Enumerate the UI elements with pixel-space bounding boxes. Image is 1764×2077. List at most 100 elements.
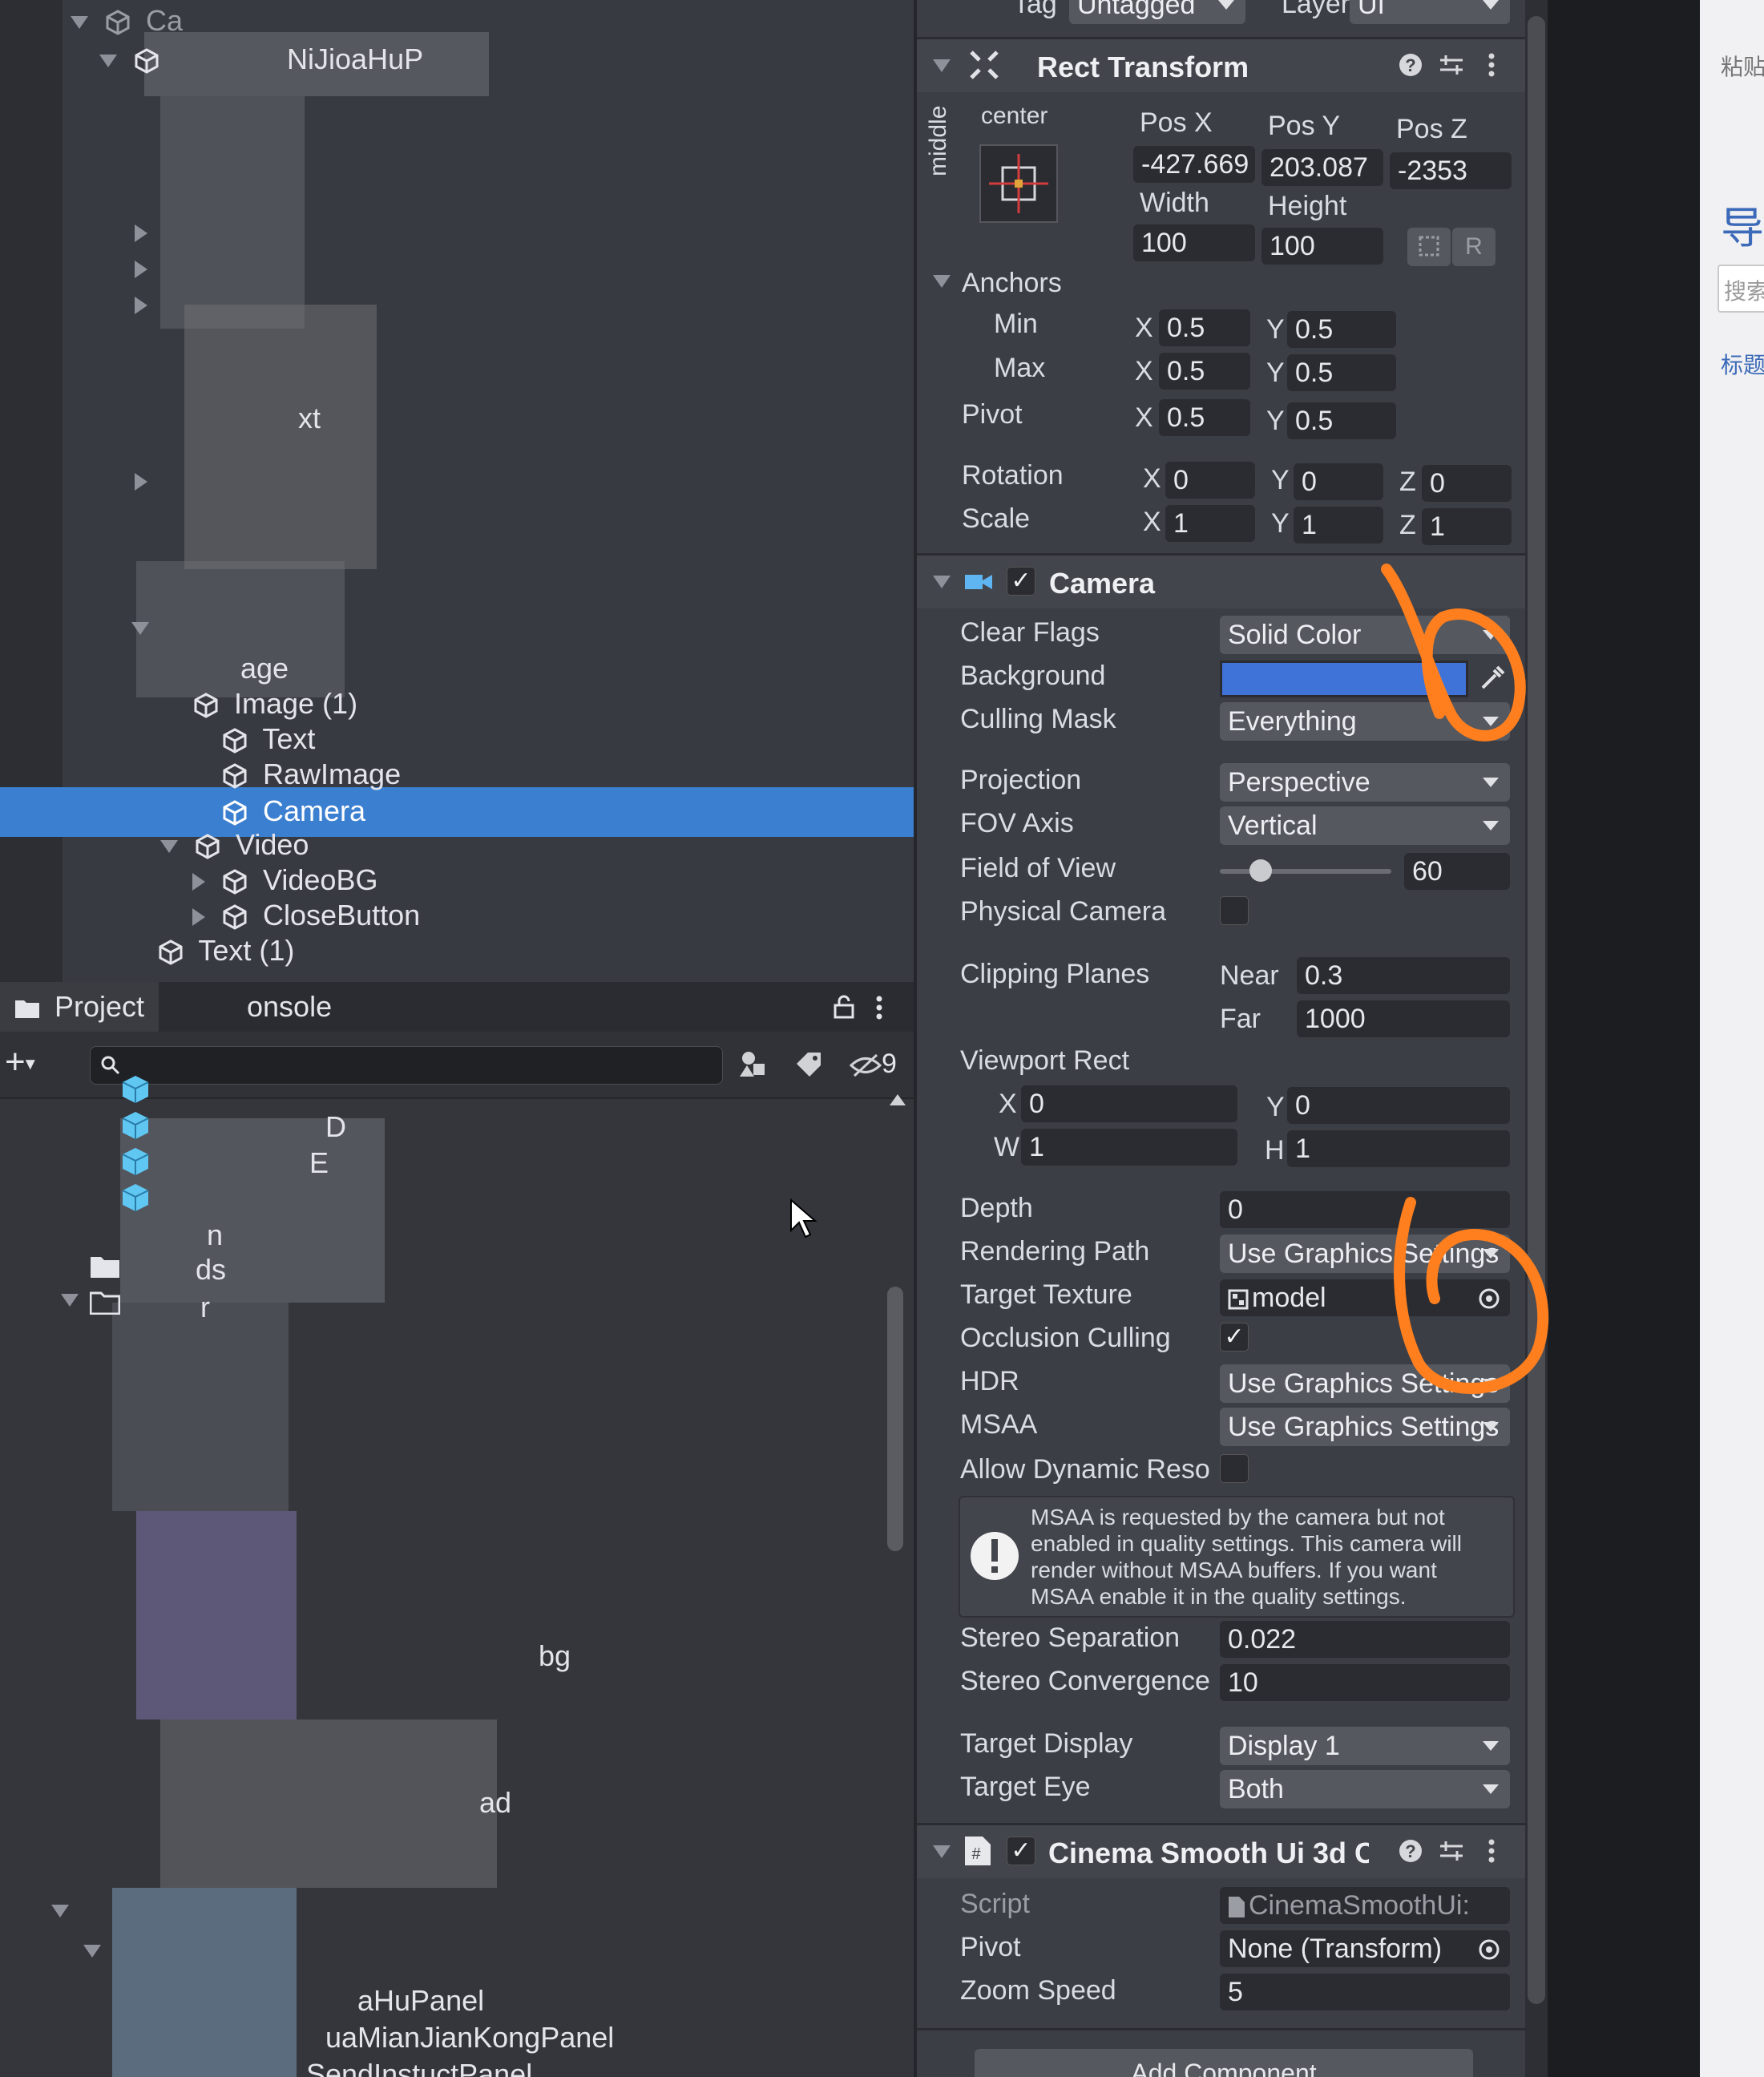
- hierarchy-item-partial[interactable]: xt: [298, 401, 321, 436]
- near-clip-field[interactable]: 0.3: [1297, 957, 1510, 994]
- scale-y-field[interactable]: 1: [1294, 507, 1383, 543]
- hierarchy-item-image1[interactable]: Image (1): [192, 686, 357, 721]
- hierarchy-item-text[interactable]: Text: [221, 721, 315, 757]
- hierarchy-panel[interactable]: Ca NiJioaHuP xt age Image (1) Text RawIm…: [0, 0, 914, 982]
- expand-arrow-icon[interactable]: [83, 1944, 109, 1958]
- hidden-packages-toggle[interactable]: 9: [849, 1046, 897, 1081]
- component-enabled-checkbox[interactable]: ✓: [1007, 567, 1035, 596]
- fov-slider-thumb[interactable]: [1249, 859, 1273, 882]
- anchor-max-x-field[interactable]: 0.5: [1159, 353, 1250, 390]
- stereo-separation-field[interactable]: 0.022: [1220, 1621, 1510, 1658]
- scale-z-field[interactable]: 1: [1422, 508, 1512, 545]
- filter-by-type-icon[interactable]: [737, 1048, 769, 1080]
- asset-label[interactable]: aHuPanel: [357, 1984, 484, 2018]
- lock-icon[interactable]: [834, 995, 854, 1019]
- hierarchy-item-top[interactable]: Ca: [71, 3, 183, 38]
- rotation-y-field[interactable]: 0: [1294, 463, 1383, 500]
- height-field[interactable]: 100: [1261, 228, 1383, 265]
- pivot-x-field[interactable]: 0.5: [1159, 399, 1250, 436]
- expand-arrow-icon[interactable]: [135, 297, 155, 314]
- collapse-arrow-icon[interactable]: [933, 575, 959, 589]
- hierarchy-item-closebutton[interactable]: CloseButton: [192, 898, 420, 933]
- cinema-smooth-component-header[interactable]: # ✓ Cinema Smooth Ui 3d Cam ?: [917, 1823, 1526, 1878]
- expand-arrow-icon[interactable]: [71, 16, 88, 30]
- expand-arrow-icon[interactable]: [135, 261, 155, 278]
- hierarchy-item-camera[interactable]: Camera: [221, 794, 365, 829]
- viewport-h-field[interactable]: 1: [1287, 1130, 1510, 1167]
- viewport-x-field[interactable]: 0: [1021, 1085, 1237, 1122]
- expand-arrow-icon[interactable]: [192, 908, 205, 927]
- inspector-panel[interactable]: Tag Untagged Layer UI Rect Transform ? c…: [914, 0, 1526, 2077]
- filter-by-label-icon[interactable]: [793, 1049, 825, 1081]
- scale-x-field[interactable]: 1: [1165, 505, 1255, 542]
- tag-dropdown[interactable]: Untagged: [1069, 0, 1245, 24]
- expand-arrow-icon[interactable]: [192, 873, 205, 891]
- hierarchy-item-partial[interactable]: age: [240, 651, 289, 686]
- fov-axis-dropdown[interactable]: Vertical: [1220, 806, 1510, 845]
- layer-dropdown[interactable]: UI: [1350, 0, 1510, 24]
- asset-label[interactable]: uaMianJianKongPanel: [325, 2021, 614, 2055]
- fov-slider-track[interactable]: [1220, 859, 1391, 882]
- kebab-menu-icon[interactable]: [875, 995, 883, 1020]
- physical-camera-checkbox[interactable]: [1220, 896, 1249, 925]
- presets-icon[interactable]: [1438, 1838, 1465, 1864]
- rotation-z-field[interactable]: 0: [1422, 465, 1512, 502]
- far-clip-field[interactable]: 1000: [1297, 1000, 1510, 1037]
- presets-icon[interactable]: [1438, 52, 1465, 78]
- fov-field[interactable]: 60: [1404, 853, 1510, 890]
- viewport-w-field[interactable]: 1: [1021, 1129, 1237, 1166]
- hierarchy-item-videobg[interactable]: VideoBG: [192, 863, 377, 898]
- target-eye-dropdown[interactable]: Both: [1220, 1770, 1510, 1808]
- blueprint-mode-button[interactable]: [1407, 228, 1451, 266]
- zoom-speed-field[interactable]: 5: [1220, 1974, 1510, 2010]
- anchor-max-y-field[interactable]: 0.5: [1287, 354, 1396, 391]
- expand-arrow-icon[interactable]: [135, 224, 155, 242]
- pivot-y-field[interactable]: 0.5: [1287, 402, 1396, 439]
- inspector-scrollbar-thumb[interactable]: [1528, 16, 1545, 2004]
- expand-arrow-icon[interactable]: [99, 55, 117, 68]
- add-component-button[interactable]: Add Component: [975, 2049, 1473, 2077]
- search-box[interactable]: 搜索: [1718, 265, 1764, 313]
- hierarchy-item-root[interactable]: NiJioaHuP: [99, 42, 423, 77]
- project-panel[interactable]: Project onsole +▾ 9 D E n ds r bg ad aHu…: [0, 982, 914, 2077]
- pivot-field[interactable]: None (Transform): [1220, 1930, 1510, 1967]
- pos-x-field[interactable]: -427.669: [1133, 146, 1255, 183]
- target-display-dropdown[interactable]: Display 1: [1220, 1727, 1510, 1765]
- tab-console[interactable]: onsole: [232, 982, 346, 1032]
- allow-dynamic-resolution-checkbox[interactable]: [1220, 1454, 1249, 1483]
- collapse-arrow-icon[interactable]: [933, 1845, 959, 1859]
- stereo-convergence-field[interactable]: 10: [1220, 1664, 1510, 1701]
- asset-label[interactable]: SendInstuctPanel: [306, 2058, 532, 2077]
- pos-z-field[interactable]: -2353: [1390, 152, 1512, 189]
- paste-label[interactable]: 粘贴: [1721, 50, 1764, 82]
- kebab-menu-icon[interactable]: [1487, 1838, 1496, 1864]
- expand-arrow-icon[interactable]: [160, 840, 178, 854]
- hierarchy-item-video[interactable]: Video: [160, 827, 309, 863]
- object-picker-icon[interactable]: [1478, 1938, 1500, 1961]
- scroll-up-arrow-icon[interactable]: [890, 1094, 906, 1105]
- expand-arrow-icon[interactable]: [135, 473, 155, 491]
- kebab-menu-icon[interactable]: [1487, 52, 1496, 78]
- viewport-y-field[interactable]: 0: [1287, 1087, 1510, 1124]
- hierarchy-item-rawimage[interactable]: RawImage: [221, 757, 401, 792]
- help-icon[interactable]: ?: [1398, 52, 1423, 78]
- pos-y-field[interactable]: 203.087: [1261, 149, 1383, 186]
- hierarchy-item-text1[interactable]: Text (1): [157, 933, 294, 968]
- anchor-min-y-field[interactable]: 0.5: [1287, 311, 1396, 348]
- help-icon[interactable]: ?: [1398, 1838, 1423, 1864]
- component-enabled-checkbox[interactable]: ✓: [1007, 1837, 1035, 1865]
- rotation-x-field[interactable]: 0: [1165, 462, 1255, 499]
- rect-transform-header[interactable]: Rect Transform ?: [917, 37, 1526, 92]
- expand-arrow-icon[interactable]: [51, 1904, 77, 1918]
- project-scrollbar-thumb[interactable]: [887, 1287, 903, 1551]
- msaa-dropdown[interactable]: Use Graphics Settings: [1220, 1408, 1510, 1446]
- expand-arrow-icon[interactable]: [131, 621, 157, 636]
- anchor-min-x-field[interactable]: 0.5: [1159, 309, 1250, 346]
- collapse-arrow-icon[interactable]: [933, 59, 959, 73]
- width-field[interactable]: 100: [1133, 224, 1255, 261]
- anchor-presets-button[interactable]: [979, 144, 1058, 223]
- search-input[interactable]: [90, 1046, 723, 1085]
- tab-project[interactable]: Project: [0, 982, 159, 1032]
- add-asset-button[interactable]: +▾: [5, 1044, 35, 1081]
- expand-arrow-icon[interactable]: [61, 1293, 87, 1307]
